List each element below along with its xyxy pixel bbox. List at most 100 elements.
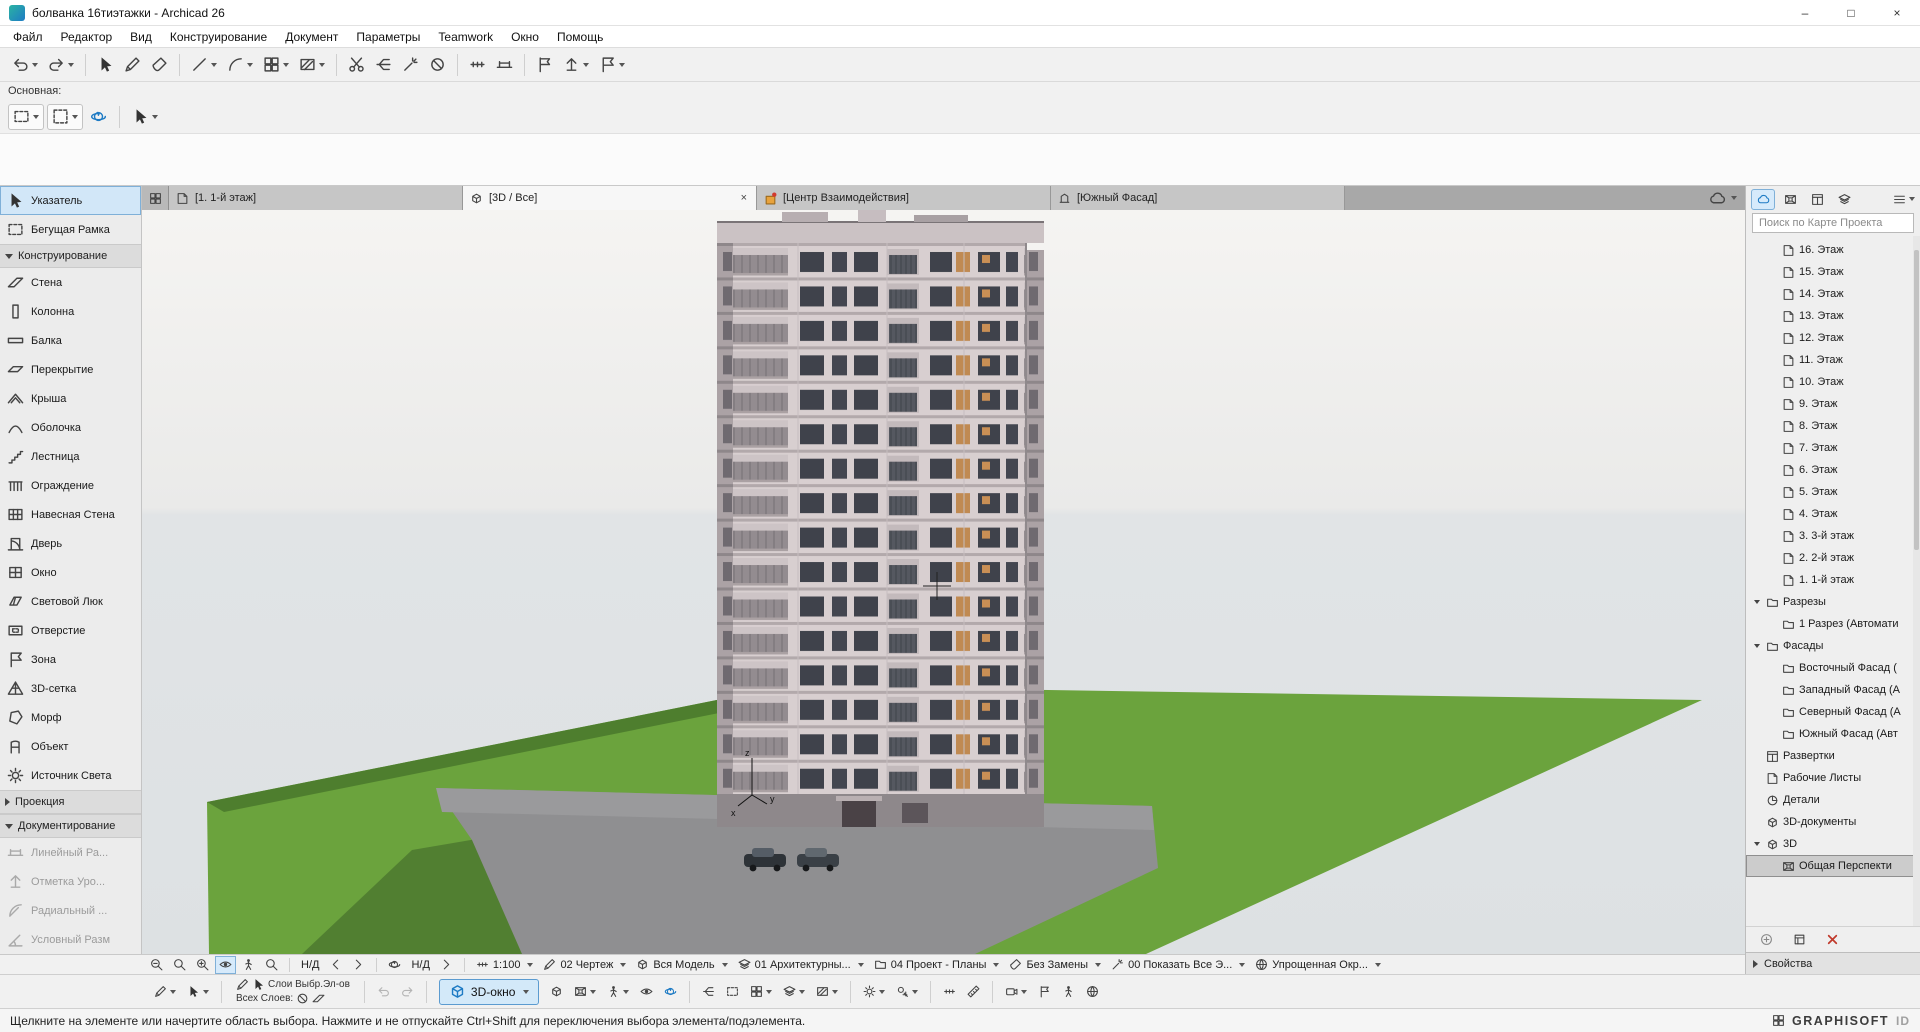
toolbar-dimlin-button[interactable] — [492, 52, 517, 78]
infobox-marquee2-button[interactable] — [47, 104, 83, 130]
tab-1[interactable]: [3D / Все]× — [463, 186, 757, 210]
toolbox-section-2[interactable]: Конструирование — [0, 244, 141, 268]
quickbar-walk-button[interactable] — [238, 956, 259, 974]
toolbar-grid4-button[interactable] — [259, 52, 293, 78]
tool-beam[interactable]: Балка — [0, 326, 141, 355]
navigator-mode-persp-button[interactable] — [1778, 189, 1802, 210]
bottombar-camera-button[interactable] — [1001, 979, 1031, 1005]
bottombar-pointer-button[interactable] — [183, 979, 213, 1005]
infobox-orbit-button[interactable] — [86, 104, 111, 130]
navigator-mode-layers-button[interactable] — [1832, 189, 1856, 210]
quickbar-orbit-button[interactable] — [384, 956, 405, 974]
toolbar-wand-button[interactable] — [398, 52, 423, 78]
tool-roof[interactable]: Крыша — [0, 384, 141, 413]
tab-0[interactable]: [1. 1-й этаж] — [169, 186, 463, 210]
bottombar-walk-button[interactable] — [1058, 979, 1079, 1005]
tool-column[interactable]: Колонна — [0, 297, 141, 326]
bottombar-eye-button[interactable] — [636, 979, 657, 1005]
quickbar-zoomin-button[interactable] — [192, 956, 213, 974]
toolbar-measure-button[interactable] — [465, 52, 490, 78]
bottombar-flag-button[interactable] — [1034, 979, 1055, 1005]
tree-item-5[interactable]: 11. Этаж — [1746, 349, 1920, 371]
tool-dimrad[interactable]: Радиальный ... — [0, 896, 141, 925]
tree-item-4[interactable]: 12. Этаж — [1746, 327, 1920, 349]
toolbar-hatch-button[interactable] — [295, 52, 329, 78]
tool-dimlev[interactable]: Отметка Уро... — [0, 867, 141, 896]
navigator-xred-button[interactable] — [1822, 927, 1843, 953]
quickbar-zoomout-button[interactable] — [146, 956, 167, 974]
bottombar-light-button[interactable] — [859, 979, 889, 1005]
toolbar-nosign-button[interactable] — [425, 52, 450, 78]
quickbar-globe-button[interactable]: Упрощенная Окр... — [1251, 956, 1385, 974]
tree-item-18[interactable]: Фасады — [1746, 635, 1920, 657]
view-mode-3d-window-button[interactable]: 3D-окно — [439, 979, 540, 1005]
tab-overview-button[interactable] — [142, 186, 169, 210]
quickbar-wand-button[interactable]: 00 Показать Все Э... — [1107, 956, 1249, 974]
toolbar-pen-button[interactable] — [120, 52, 145, 78]
toolbar-zone-button[interactable] — [595, 52, 629, 78]
bottombar-orbit-button[interactable] — [660, 979, 681, 1005]
toolbar-flag-button[interactable] — [532, 52, 557, 78]
tree-item-19[interactable]: Восточный Фасад ( — [1746, 657, 1920, 679]
toolbar-redo-button[interactable] — [44, 52, 78, 78]
tab-2[interactable]: [Центр Взаимодействия] — [757, 186, 1051, 210]
toolbox-section-21[interactable]: Проекция — [0, 790, 141, 814]
tool-marquee[interactable]: Бегущая Рамка — [0, 215, 141, 244]
tree-item-17[interactable]: 1 Разрез (Автомати — [1746, 613, 1920, 635]
toolbar-scissors-button[interactable] — [344, 52, 369, 78]
quickbar-layers-button[interactable]: 01 Архитектурны... — [734, 956, 868, 974]
tree-item-16[interactable]: Разрезы — [1746, 591, 1920, 613]
quickbar-measure-button[interactable]: 1:100 — [472, 956, 538, 974]
tree-item-14[interactable]: 2. 2-й этаж — [1746, 547, 1920, 569]
tree-item-24[interactable]: Рабочие Листы — [1746, 767, 1920, 789]
tool-railing[interactable]: Ограждение — [0, 471, 141, 500]
chevron-down-icon[interactable] — [1752, 842, 1762, 846]
tree-item-9[interactable]: 7. Этаж — [1746, 437, 1920, 459]
quickbar-arrowL-button[interactable] — [325, 956, 346, 974]
bottombar-pen-button[interactable] — [150, 979, 180, 1005]
quickbar-pen-button[interactable]: 02 Чертеж — [539, 956, 630, 974]
tree-item-6[interactable]: 10. Этаж — [1746, 371, 1920, 393]
navigator-settings-button[interactable] — [1789, 927, 1810, 953]
navigator-plus-button[interactable] — [1756, 927, 1777, 953]
tool-window[interactable]: Окно — [0, 558, 141, 587]
quickbar-item-button[interactable]: Н/Д — [407, 956, 433, 974]
tree-item-21[interactable]: Северный Фасад (А — [1746, 701, 1920, 723]
tree-item-2[interactable]: 14. Этаж — [1746, 283, 1920, 305]
tool-door[interactable]: Дверь — [0, 529, 141, 558]
toolbar-pointer-button[interactable] — [93, 52, 118, 78]
bottombar-globe-button[interactable] — [1082, 979, 1103, 1005]
toolbar-arc-button[interactable] — [223, 52, 257, 78]
navigator-mode-layout-button[interactable] — [1805, 189, 1829, 210]
tree-item-8[interactable]: 8. Этаж — [1746, 415, 1920, 437]
maximize-button[interactable]: □ — [1828, 0, 1874, 25]
chevron-down-icon[interactable] — [1752, 644, 1762, 648]
scrollbar-thumb[interactable] — [1914, 250, 1919, 550]
menu-item-3[interactable]: Конструирование — [161, 26, 276, 47]
navigator-menu-button[interactable] — [1893, 193, 1915, 206]
quickbar-zoom-button[interactable] — [261, 956, 282, 974]
infobox-pointer-button[interactable] — [128, 104, 162, 130]
bottombar-cutplane-button[interactable] — [698, 979, 719, 1005]
bottombar-grid4-button[interactable] — [746, 979, 776, 1005]
tool-shell[interactable]: Оболочка — [0, 413, 141, 442]
properties-panel-header[interactable]: Свойства — [1746, 952, 1920, 974]
tool-light[interactable]: Источник Света — [0, 761, 141, 790]
tree-item-7[interactable]: 9. Этаж — [1746, 393, 1920, 415]
tool-slab[interactable]: Перекрытие — [0, 355, 141, 384]
toolbar-brush-button[interactable] — [147, 52, 172, 78]
tree-item-11[interactable]: 5. Этаж — [1746, 481, 1920, 503]
building-model[interactable] — [717, 210, 1044, 827]
tool-stair[interactable]: Лестница — [0, 442, 141, 471]
menu-item-2[interactable]: Вид — [121, 26, 161, 47]
menu-item-8[interactable]: Помощь — [548, 26, 612, 47]
tab-3[interactable]: [Южный Фасад] — [1051, 186, 1345, 210]
quickbar-zoom-button[interactable] — [169, 956, 190, 974]
minimize-button[interactable]: – — [1782, 0, 1828, 25]
tool-object[interactable]: Объект — [0, 732, 141, 761]
tree-item-20[interactable]: Западный Фасад (А — [1746, 679, 1920, 701]
chevron-down-icon[interactable] — [1752, 600, 1762, 604]
menu-item-1[interactable]: Редактор — [52, 26, 122, 47]
toolbox-section-22[interactable]: Документирование — [0, 814, 141, 838]
toolbar-line-button[interactable] — [187, 52, 221, 78]
